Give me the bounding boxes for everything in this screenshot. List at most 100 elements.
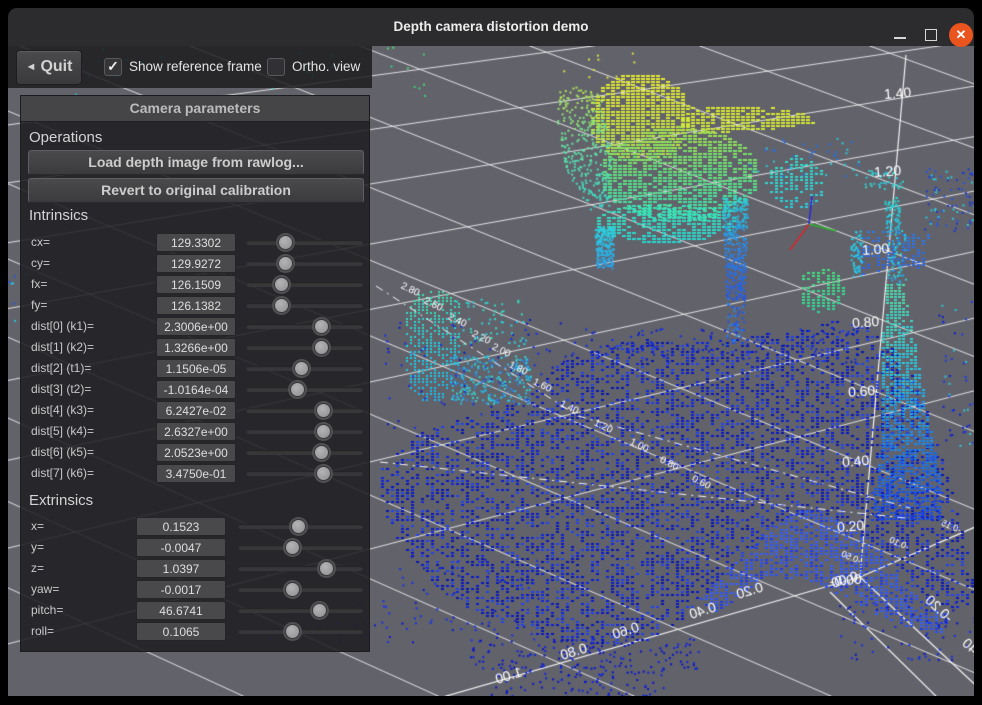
slider-knob[interactable] [316, 403, 331, 418]
param-label: cy= [31, 256, 50, 270]
slider-knob[interactable] [291, 519, 306, 534]
param-value-input[interactable] [156, 359, 236, 378]
param-value-input[interactable] [156, 401, 236, 420]
slider-knob[interactable] [285, 540, 300, 555]
param-row: dist[6] (k5)= [21, 442, 371, 463]
intrinsics-rows: cx= cy= fx= fy= dist[0] (k1)= dist[ [21, 232, 371, 484]
checkmark-icon: ✓ [107, 58, 119, 74]
minimize-icon[interactable] [894, 37, 906, 39]
param-label: y= [31, 540, 44, 554]
slider-knob[interactable] [274, 298, 289, 313]
param-label: dist[5] (k4)= [31, 424, 94, 438]
param-row: dist[1] (k2)= [21, 337, 371, 358]
param-value-input[interactable] [156, 443, 236, 462]
param-slider[interactable] [246, 282, 363, 287]
param-slider[interactable] [238, 566, 363, 571]
param-row: dist[5] (k4)= [21, 421, 371, 442]
slider-knob[interactable] [274, 277, 289, 292]
param-value-input[interactable] [156, 296, 236, 315]
param-label: fy= [31, 298, 47, 312]
slider-knob[interactable] [278, 256, 293, 271]
param-row: dist[4] (k3)= [21, 400, 371, 421]
slider-knob[interactable] [312, 603, 327, 618]
param-slider[interactable] [246, 366, 363, 371]
param-slider[interactable] [238, 587, 363, 592]
param-slider[interactable] [246, 429, 363, 434]
param-slider[interactable] [246, 261, 363, 266]
slider-knob[interactable] [314, 319, 329, 334]
slider-knob[interactable] [294, 361, 309, 376]
extrinsics-rows: x= y= z= yaw= pitch= roll= [21, 516, 371, 642]
param-slider[interactable] [238, 545, 363, 550]
ortho-view-checkbox[interactable] [267, 58, 285, 76]
param-row: dist[7] (k6)= [21, 463, 371, 484]
param-label: dist[7] (k6)= [31, 466, 94, 480]
param-value-input[interactable] [156, 380, 236, 399]
param-value-input[interactable] [156, 317, 236, 336]
param-label: x= [31, 519, 44, 533]
param-slider[interactable] [246, 303, 363, 308]
param-value-input[interactable] [136, 601, 226, 620]
slider-knob[interactable] [285, 624, 300, 639]
slider-knob[interactable] [278, 235, 293, 250]
ortho-view-label: Ortho. view [292, 59, 360, 74]
param-row: z= [21, 558, 371, 579]
param-slider[interactable] [238, 629, 363, 634]
param-slider[interactable] [246, 408, 363, 413]
close-icon[interactable]: ✕ [949, 23, 973, 47]
param-value-input[interactable] [136, 517, 226, 536]
param-slider[interactable] [246, 450, 363, 455]
slider-knob[interactable] [319, 561, 334, 576]
quit-button[interactable]: ◄Quit [16, 50, 82, 85]
param-slider[interactable] [246, 471, 363, 476]
window-title: Depth camera distortion demo [8, 8, 974, 46]
revert-calibration-button[interactable]: Revert to original calibration [28, 178, 364, 203]
slider-knob[interactable] [314, 340, 329, 355]
param-slider[interactable] [246, 345, 363, 350]
param-slider[interactable] [246, 387, 363, 392]
param-row: cx= [21, 232, 371, 253]
maximize-icon[interactable] [925, 29, 937, 41]
param-row: cy= [21, 253, 371, 274]
param-slider[interactable] [238, 524, 363, 529]
back-arrow-icon: ◄ [26, 61, 37, 73]
camera-parameters-panel: Camera parameters Operations Load depth … [20, 95, 370, 652]
extrinsics-section-label: Extrinsics [29, 492, 93, 509]
param-slider[interactable] [246, 240, 363, 245]
param-row: y= [21, 537, 371, 558]
param-label: dist[4] (k3)= [31, 403, 94, 417]
param-row: dist[2] (t1)= [21, 358, 371, 379]
param-row: yaw= [21, 579, 371, 600]
intrinsics-section-label: Intrinsics [29, 207, 88, 224]
param-value-input[interactable] [156, 338, 236, 357]
param-row: x= [21, 516, 371, 537]
param-label: fx= [31, 277, 47, 291]
operations-section-label: Operations [29, 129, 102, 146]
param-row: dist[0] (k1)= [21, 316, 371, 337]
panel-title-drag-handle[interactable]: Camera parameters [21, 96, 369, 122]
slider-knob[interactable] [316, 466, 331, 481]
param-value-input[interactable] [136, 538, 226, 557]
slider-knob[interactable] [290, 382, 305, 397]
param-value-input[interactable] [156, 422, 236, 441]
slider-knob[interactable] [285, 582, 300, 597]
param-slider[interactable] [246, 324, 363, 329]
param-value-input[interactable] [156, 254, 236, 273]
param-row: dist[3] (t2)= [21, 379, 371, 400]
slider-knob[interactable] [314, 445, 329, 460]
param-value-input[interactable] [156, 233, 236, 252]
param-value-input[interactable] [136, 559, 226, 578]
param-label: yaw= [31, 582, 59, 596]
title-bar[interactable]: Depth camera distortion demo ✕ [8, 8, 974, 46]
quit-label: Quit [40, 58, 72, 75]
param-slider[interactable] [238, 608, 363, 613]
param-value-input[interactable] [156, 464, 236, 483]
param-value-input[interactable] [136, 622, 226, 641]
param-value-input[interactable] [136, 580, 226, 599]
show-reference-frame-checkbox[interactable]: ✓ [104, 58, 122, 76]
param-label: dist[0] (k1)= [31, 319, 94, 333]
load-depth-image-button[interactable]: Load depth image from rawlog... [28, 150, 364, 175]
param-value-input[interactable] [156, 275, 236, 294]
slider-knob[interactable] [316, 424, 331, 439]
param-label: dist[3] (t2)= [31, 382, 91, 396]
